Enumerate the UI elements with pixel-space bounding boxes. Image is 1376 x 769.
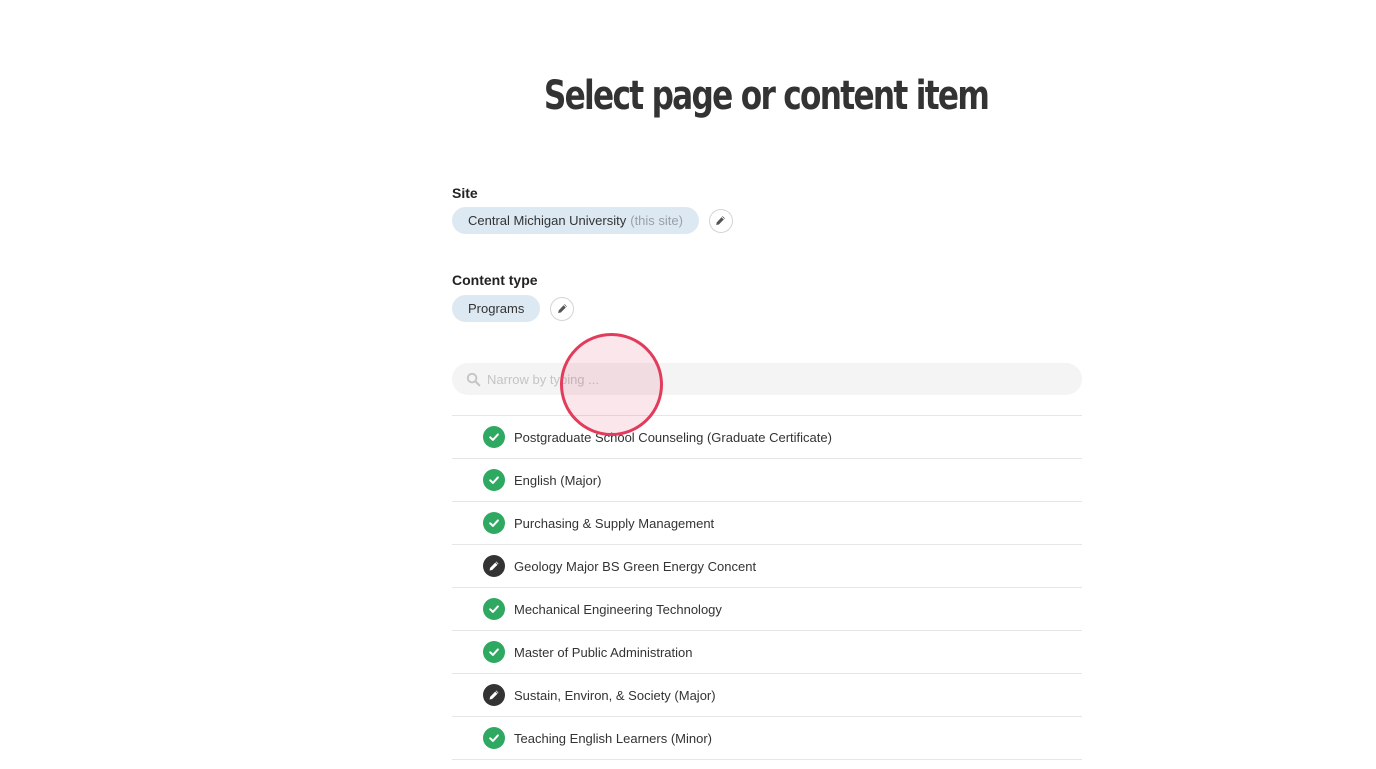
list-item[interactable]: Master of Public Administration	[452, 631, 1082, 674]
list-item-label: Purchasing & Supply Management	[514, 515, 715, 531]
site-name: Central Michigan University	[468, 213, 627, 228]
site-label: Site	[452, 185, 478, 201]
content-type-row: Programs	[452, 295, 575, 322]
list-item-label: Mechanical Engineering Technology	[514, 601, 722, 617]
list-item-label: Geology Major BS Green Energy Concent	[514, 558, 757, 574]
site-row: Central Michigan University (this site)	[452, 207, 733, 234]
list-item[interactable]: English (Major)	[452, 459, 1082, 502]
list-item[interactable]: Sustain, Environ, & Society (Major)	[452, 674, 1082, 717]
published-status-icon	[483, 426, 505, 448]
content-type-name: Programs	[468, 301, 525, 316]
site-suffix: (this site)	[630, 213, 683, 228]
list-item[interactable]: Purchasing & Supply Management	[452, 502, 1082, 545]
pencil-icon	[558, 304, 567, 313]
published-status-icon	[483, 598, 505, 620]
list-item[interactable]: Teaching English Learners (Minor)	[452, 717, 1082, 760]
search-icon	[466, 372, 481, 386]
list-item[interactable]: Geology Major BS Green Energy Concent	[452, 545, 1082, 588]
draft-status-icon	[483, 684, 505, 706]
list-item[interactable]: Mechanical Engineering Technology	[452, 588, 1082, 631]
pencil-icon	[489, 690, 499, 700]
published-status-icon	[483, 469, 505, 491]
pencil-icon	[489, 561, 499, 571]
list-item-label: English (Major)	[514, 472, 602, 488]
edit-site-button[interactable]	[708, 208, 733, 233]
site-chip[interactable]: Central Michigan University (this site)	[452, 207, 699, 234]
result-list: Postgraduate School Counseling (Graduate…	[452, 415, 1082, 760]
check-icon	[489, 734, 499, 742]
search-input[interactable]	[487, 364, 1047, 394]
published-status-icon	[483, 512, 505, 534]
content-type-label: Content type	[452, 272, 538, 288]
page: Select page or content item Site Central…	[0, 0, 1376, 769]
check-icon	[489, 476, 499, 484]
check-icon	[489, 433, 499, 441]
list-item[interactable]: Postgraduate School Counseling (Graduate…	[452, 416, 1082, 459]
content-type-chip[interactable]: Programs	[452, 295, 541, 322]
check-icon	[489, 519, 499, 527]
list-item-label: Master of Public Administration	[514, 644, 693, 660]
edit-content-type-button[interactable]	[550, 296, 575, 321]
published-status-icon	[483, 727, 505, 749]
published-status-icon	[483, 641, 505, 663]
list-item-label: Sustain, Environ, & Society (Major)	[514, 687, 716, 703]
list-item-label: Teaching English Learners (Minor)	[514, 730, 712, 746]
draft-status-icon	[483, 555, 505, 577]
pencil-icon	[716, 216, 726, 225]
list-item-label: Postgraduate School Counseling (Graduate…	[514, 429, 832, 445]
check-icon	[489, 648, 499, 656]
page-title: Select page or content item	[543, 73, 990, 119]
search-box[interactable]	[452, 363, 1082, 395]
check-icon	[489, 605, 499, 613]
